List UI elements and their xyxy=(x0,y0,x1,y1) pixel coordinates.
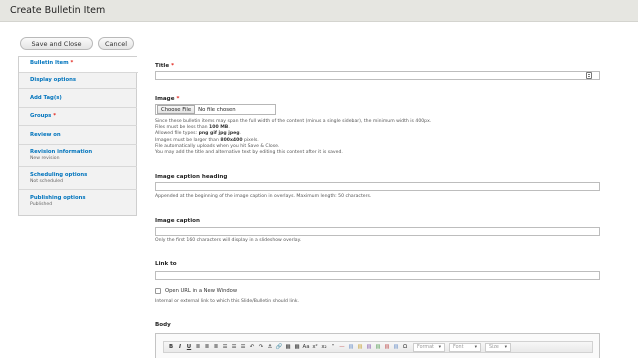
link-input[interactable] xyxy=(155,271,600,280)
tab-add-tags[interactable]: Add Tag(s) xyxy=(19,89,137,108)
numbered-list-icon[interactable]: ☰ xyxy=(230,342,238,352)
page-title: Create Bulletin Item xyxy=(10,5,106,16)
superscript-icon[interactable]: x² xyxy=(311,342,319,352)
tab-label: Add Tag(s) xyxy=(30,95,62,101)
size-select[interactable]: Size ▾ xyxy=(485,342,511,352)
horizontal-rule-icon[interactable]: — xyxy=(338,342,346,352)
vertical-tabs: Bulletin Item * Display options Add Tag(… xyxy=(18,56,138,216)
image-icon[interactable]: ▦ xyxy=(293,342,301,352)
help-text: Allowed file types: xyxy=(155,131,199,137)
help-value: png gif jpg jpeg xyxy=(198,131,240,137)
choose-file-button[interactable]: Choose File xyxy=(157,105,196,114)
align-right-icon[interactable]: ≣ xyxy=(212,342,220,352)
title-input[interactable] xyxy=(155,71,600,80)
tab-publishing-options[interactable]: Publishing options Published xyxy=(19,190,137,216)
replace-icon[interactable]: ▤ xyxy=(383,342,391,352)
tab-summary: New revision xyxy=(30,155,60,161)
anchor-icon[interactable]: ⚓ xyxy=(266,342,274,352)
caption-heading-input[interactable] xyxy=(155,182,600,191)
help-text: Images must be larger than xyxy=(155,137,221,143)
find-icon[interactable]: ▤ xyxy=(374,342,382,352)
tab-label: Revision information xyxy=(30,149,93,155)
tab-revision-information[interactable]: Revision information New revision xyxy=(19,145,137,167)
chevron-down-icon: ▾ xyxy=(504,344,507,350)
table-icon[interactable]: ▦ xyxy=(284,342,292,352)
caption-heading-help: Appended at the beginning of the image c… xyxy=(155,194,372,199)
chevron-down-icon: ▾ xyxy=(474,344,477,350)
special-char-icon[interactable]: Ω xyxy=(401,342,409,352)
outdent-icon[interactable]: ☰ xyxy=(239,342,247,352)
bullet-list-icon[interactable]: ☰ xyxy=(221,342,229,352)
image-file-input[interactable]: Choose File No file chosen xyxy=(155,104,276,115)
format-select-label: Format xyxy=(417,344,434,350)
file-status: No file chosen xyxy=(198,106,236,113)
new-window-checkbox[interactable] xyxy=(155,288,161,294)
help-line: You may add the title and alternative te… xyxy=(155,150,343,156)
tab-bulletin-item[interactable]: Bulletin Item * xyxy=(19,57,138,73)
caption-label: Image caption xyxy=(155,218,200,224)
bold-icon[interactable]: B xyxy=(167,342,175,352)
image-label: Image * xyxy=(155,96,179,102)
font-select[interactable]: Font ▾ xyxy=(449,342,481,352)
help-value: 100 MB xyxy=(209,125,229,131)
caption-input[interactable] xyxy=(155,227,600,236)
body-label: Body xyxy=(155,322,171,328)
required-marker: * xyxy=(176,96,180,102)
blockquote-icon[interactable]: “ xyxy=(329,342,337,352)
tab-label: Groups xyxy=(30,113,52,119)
help-text: Files must be less than xyxy=(155,125,210,131)
required-marker: * xyxy=(171,63,175,69)
new-window-label[interactable]: Open URL in a New Window xyxy=(165,288,237,294)
image-help-text: Since these bulletin items may span the … xyxy=(155,119,431,156)
tab-display-options[interactable]: Display options xyxy=(19,73,137,89)
required-marker: * xyxy=(70,60,74,66)
redo-icon[interactable]: ↷ xyxy=(257,342,265,352)
italic-icon[interactable]: I xyxy=(176,342,184,352)
help-text: pixels. xyxy=(242,137,259,143)
source-icon[interactable]: ▤ xyxy=(392,342,400,352)
link-label: Link to xyxy=(155,261,177,267)
size-select-label: Size xyxy=(489,344,499,350)
paste-word-icon[interactable]: ▤ xyxy=(365,342,373,352)
undo-icon[interactable]: ↶ xyxy=(248,342,256,352)
image-label-text: Image xyxy=(155,96,175,102)
title-label: Title * xyxy=(155,63,174,69)
tab-label: Bulletin Item xyxy=(30,60,69,66)
tab-label: Display options xyxy=(30,77,77,83)
align-center-icon[interactable]: ≣ xyxy=(203,342,211,352)
format-select[interactable]: Format ▾ xyxy=(413,342,445,352)
field-widget-icon[interactable] xyxy=(586,72,592,79)
caption-heading-label: Image caption heading xyxy=(155,174,228,180)
tab-groups[interactable]: Groups * xyxy=(19,108,137,126)
cancel-button[interactable]: Cancel xyxy=(98,37,134,50)
editor-toolbar: B I U ≣ ≣ ≣ ☰ ☰ ☰ ↶ ↷ ⚓ 🔗 ▦ ▦ Aa x² x₂ “— ▤ ▤ ▤ ▤ ▤ ▤ Ω Format ▾ Fon… xyxy=(163,341,593,353)
help-text: . xyxy=(228,125,230,131)
page-header: Create Bulletin Item xyxy=(0,0,638,22)
tab-label: Publishing options xyxy=(30,195,86,201)
required-marker: * xyxy=(53,113,56,119)
tab-label: Scheduling options xyxy=(30,172,88,178)
tab-summary: Published xyxy=(30,201,53,207)
align-left-icon[interactable]: ≣ xyxy=(194,342,202,352)
link-help: Internal or external link to which this … xyxy=(155,299,299,304)
help-text: . xyxy=(239,131,241,137)
template-icon[interactable]: ▤ xyxy=(347,342,355,352)
tab-scheduling-options[interactable]: Scheduling options Not scheduled xyxy=(19,167,137,190)
caption-help: Only the first 160 characters will displ… xyxy=(155,238,302,243)
tab-summary: Not scheduled xyxy=(30,178,64,184)
underline-icon[interactable]: U xyxy=(185,342,193,352)
body-editor[interactable]: B I U ≣ ≣ ≣ ☰ ☰ ☰ ↶ ↷ ⚓ 🔗 ▦ ▦ Aa x² x₂ “— ▤ ▤ ▤ ▤ ▤ ▤ Ω Format ▾ Fon… xyxy=(155,333,600,358)
chevron-down-icon: ▾ xyxy=(438,344,441,350)
help-value: 800x400 xyxy=(220,137,243,143)
text-color-icon[interactable]: Aa xyxy=(302,342,310,352)
title-label-text: Title xyxy=(155,63,170,69)
paste-text-icon[interactable]: ▤ xyxy=(356,342,364,352)
subscript-icon[interactable]: x₂ xyxy=(320,342,328,352)
font-select-label: Font xyxy=(453,344,464,350)
tab-review-on[interactable]: Review on xyxy=(19,126,137,145)
link-icon[interactable]: 🔗 xyxy=(275,342,283,352)
tab-label: Review on xyxy=(30,132,61,138)
save-and-close-button[interactable]: Save and Close xyxy=(20,37,93,50)
